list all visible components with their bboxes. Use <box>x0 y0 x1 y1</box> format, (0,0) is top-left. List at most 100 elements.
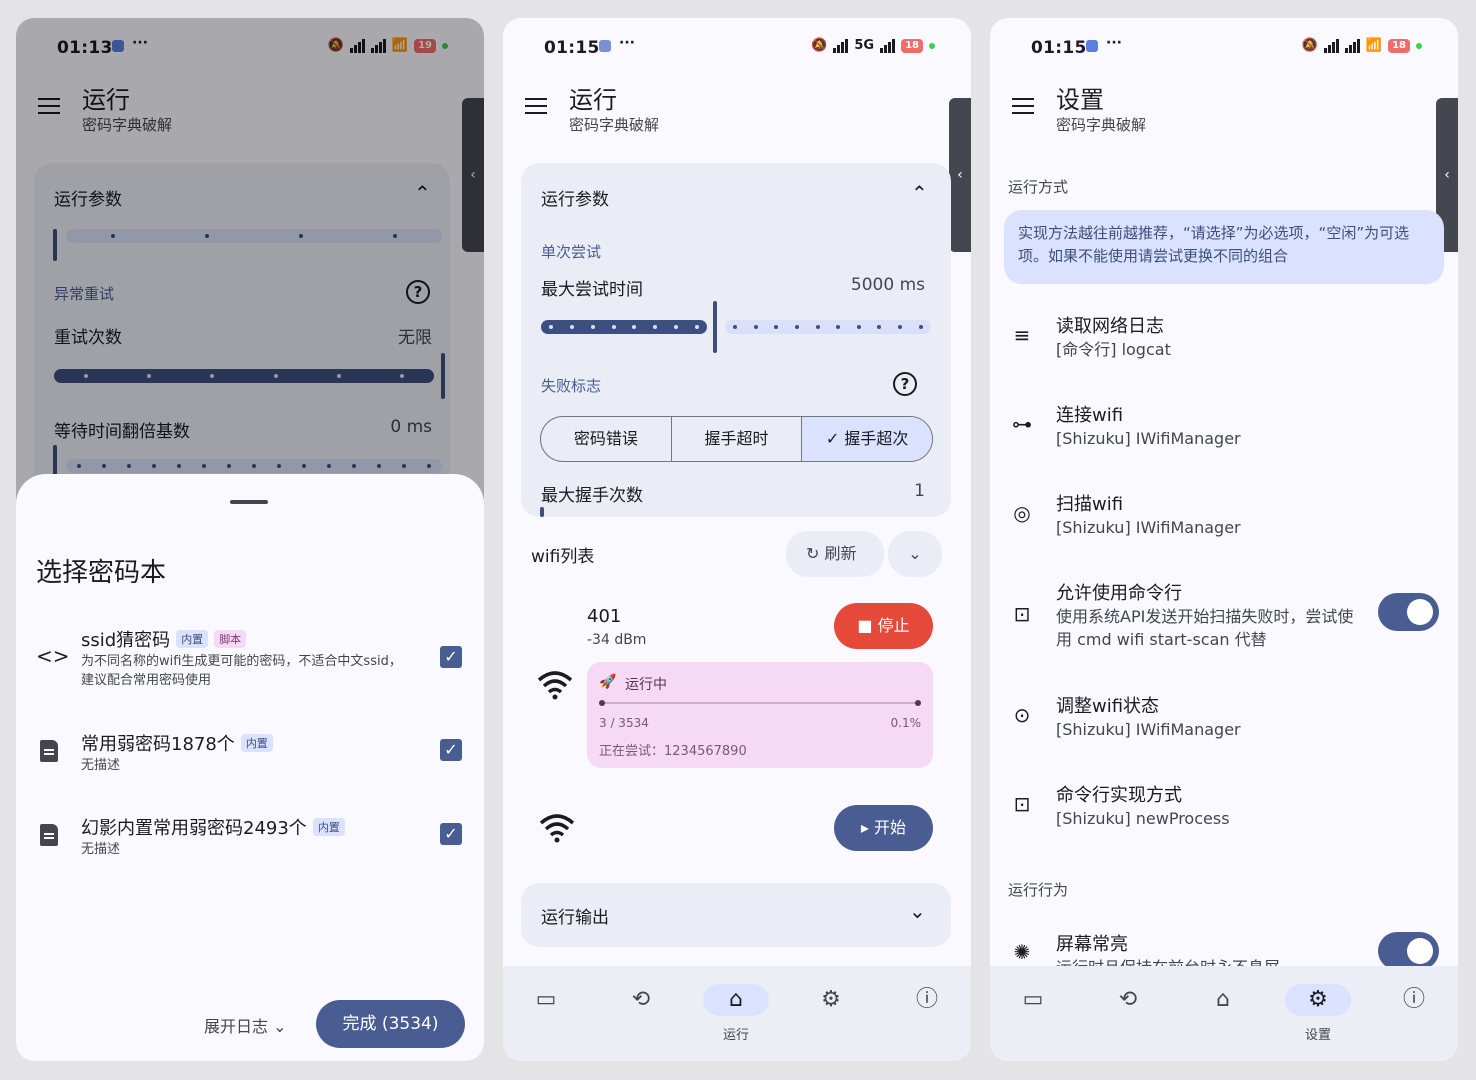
status-bar: 01:15 ··· 🔕 📶 18 <box>990 18 1458 78</box>
setting-title: 读取网络日志 <box>1056 316 1164 337</box>
check-icon: ✓ <box>825 429 845 448</box>
wifi-icon <box>537 671 573 700</box>
screen-on-toggle[interactable] <box>1378 932 1439 970</box>
output-card[interactable]: 运行输出 ⌄ <box>521 883 951 947</box>
nav-home-icon[interactable]: ⌂ <box>1190 984 1256 1016</box>
stop-icon: ■ <box>857 616 878 635</box>
terminal-icon: ⊡ <box>1013 602 1031 626</box>
link-icon: ⊶ <box>1012 412 1032 436</box>
bottom-nav: ▭ ⟲ ⌂ 运行 ⚙ ⓘ <box>503 966 971 1061</box>
status-label: 运行中 <box>625 677 667 693</box>
status-bar: 01:15 ··· 🔕 5G 18 <box>503 18 971 78</box>
expand-log-button[interactable]: 展开日志 ⌄ <box>204 1013 287 1037</box>
search-list-icon: ≡ <box>1013 323 1031 347</box>
max-time-label: 最大尝试时间 <box>541 280 643 300</box>
setting-title: 连接wifi <box>1056 405 1124 426</box>
mute-icon: 🔕 <box>1301 38 1318 53</box>
status-icons: 🔕 📶 18 <box>1302 38 1422 53</box>
setting-title: 调整wifi状态 <box>1056 696 1160 717</box>
file-icon <box>40 824 58 846</box>
nav-info-icon[interactable]: ⓘ <box>894 984 960 1016</box>
mute-icon: 🔕 <box>811 38 828 53</box>
expand-log-label: 展开日志 <box>204 1017 269 1036</box>
toggle-icon: ⊙ <box>1013 703 1031 727</box>
side-drawer-handle[interactable]: ‹ <box>949 98 971 252</box>
nav-info-icon[interactable]: ⓘ <box>1381 984 1447 1016</box>
rocket-icon: 🚀 <box>599 674 617 690</box>
terminal-icon: ⊡ <box>1013 792 1031 816</box>
max-time-slider-fill[interactable] <box>541 320 707 334</box>
nav-history-icon[interactable]: ⟲ <box>1095 984 1161 1016</box>
scan-icon: ◎ <box>1013 501 1031 525</box>
page-subtitle: 密码字典破解 <box>1056 116 1147 134</box>
progress-end <box>915 700 921 706</box>
setting-title: 命令行实现方式 <box>1056 785 1182 806</box>
item-checkbox[interactable]: ✓ <box>440 823 462 845</box>
run-mode-section: 运行方式 <box>1008 178 1069 196</box>
setting-title: 允许使用命令行 <box>1056 583 1182 604</box>
wifi-signal: -34 dBm <box>587 632 647 648</box>
refresh-button[interactable]: ↻ 刷新 <box>786 531 884 577</box>
max-handshake-label: 最大握手次数 <box>541 486 643 506</box>
item-checkbox[interactable]: ✓ <box>440 739 462 761</box>
nav-home-icon[interactable]: ⌂ <box>703 984 769 1016</box>
tag-builtin: 内置 <box>176 630 209 648</box>
menu-icon[interactable] <box>1012 98 1034 114</box>
wifi-locked-icon <box>539 814 575 843</box>
run-screen-with-sheet: 01:13 ··· 🔕 📶 19 运行 密码字典破解 ‹ 运行参数 ⌃ 异常重试… <box>16 18 484 1061</box>
params-card: 运行参数 ⌃ 单次尝试 最大尝试时间 5000 ms 失败标志 ? 最大握手次数… <box>521 163 951 517</box>
item-desc: 无描述 <box>81 758 121 773</box>
dropdown-button[interactable]: ⌄ <box>888 531 942 577</box>
setting-title: 扫描wifi <box>1056 494 1124 515</box>
refresh-label: 刷新 <box>824 544 857 563</box>
wifi-list-title: wifi列表 <box>531 547 595 567</box>
nav-settings-icon[interactable]: ⚙ <box>1285 984 1351 1016</box>
handshake-slider-thumb[interactable] <box>540 507 544 517</box>
more-notifications-icon: ··· <box>619 35 635 51</box>
more-notifications-icon: ··· <box>1106 35 1122 51</box>
help-icon[interactable]: ? <box>893 372 917 396</box>
item-title-row: 常用弱密码1878个 内置 <box>81 730 273 756</box>
max-time-slider-thumb[interactable] <box>713 301 717 353</box>
output-title: 运行输出 <box>541 908 609 928</box>
settings-screen: 01:15 ··· 🔕 📶 18 设置 密码字典破解 ‹ 运行方式 实现方法越往… <box>990 18 1458 1061</box>
collapse-icon[interactable]: ⌃ <box>911 181 928 205</box>
setting-desc: [Shizuku] newProcess <box>1056 809 1230 828</box>
status-time: 01:15 <box>1031 38 1087 58</box>
start-button[interactable]: ▸ 开始 <box>834 805 933 851</box>
item-desc: 无描述 <box>81 842 121 857</box>
privacy-dot <box>929 42 935 49</box>
segment-handshake-exceeded[interactable]: ✓ 握手超次 <box>802 417 932 461</box>
max-time-slider-track[interactable] <box>725 320 931 334</box>
nav-inbox-icon[interactable]: ▭ <box>1000 984 1066 1016</box>
nav-history-icon[interactable]: ⟲ <box>608 984 674 1016</box>
nav-home-label: 运行 <box>722 1028 749 1043</box>
progress-count: 3 / 3534 <box>599 716 649 730</box>
nav-inbox-icon[interactable]: ▭ <box>513 984 579 1016</box>
setting-desc: [Shizuku] IWifiManager <box>1056 720 1241 739</box>
file-icon <box>40 740 58 762</box>
run-behavior-section: 运行行为 <box>1008 881 1069 899</box>
item-title: 幻影内置常用弱密码2493个 <box>81 818 307 839</box>
item-checkbox[interactable]: ✓ <box>440 646 462 668</box>
chevron-down-icon: ⌄ <box>273 1017 287 1036</box>
nav-settings-icon[interactable]: ⚙ <box>798 984 864 1016</box>
segment-password-wrong[interactable]: 密码错误 <box>541 417 672 461</box>
privacy-dot <box>1416 42 1422 49</box>
tag-builtin: 内置 <box>240 734 273 752</box>
drag-handle[interactable] <box>230 500 268 504</box>
segment-handshake-timeout[interactable]: 握手超时 <box>672 417 803 461</box>
network-type: 5G <box>854 38 875 53</box>
stop-button[interactable]: ■ 停止 <box>834 603 933 649</box>
command-line-toggle[interactable] <box>1378 593 1439 631</box>
trying-password: 正在尝试：1234567890 <box>599 744 747 759</box>
tag-script: 脚本 <box>214 630 247 648</box>
fail-flag-label: 失败标志 <box>541 377 602 395</box>
item-title: 常用弱密码1878个 <box>81 734 235 755</box>
menu-icon[interactable] <box>525 98 547 114</box>
done-button[interactable]: 完成 (3534) <box>316 1000 465 1048</box>
status-icons: 🔕 5G 18 <box>811 38 935 53</box>
play-icon: ▸ <box>860 818 875 837</box>
battery-icon: 18 <box>1388 38 1410 53</box>
signal-icon <box>833 38 849 53</box>
